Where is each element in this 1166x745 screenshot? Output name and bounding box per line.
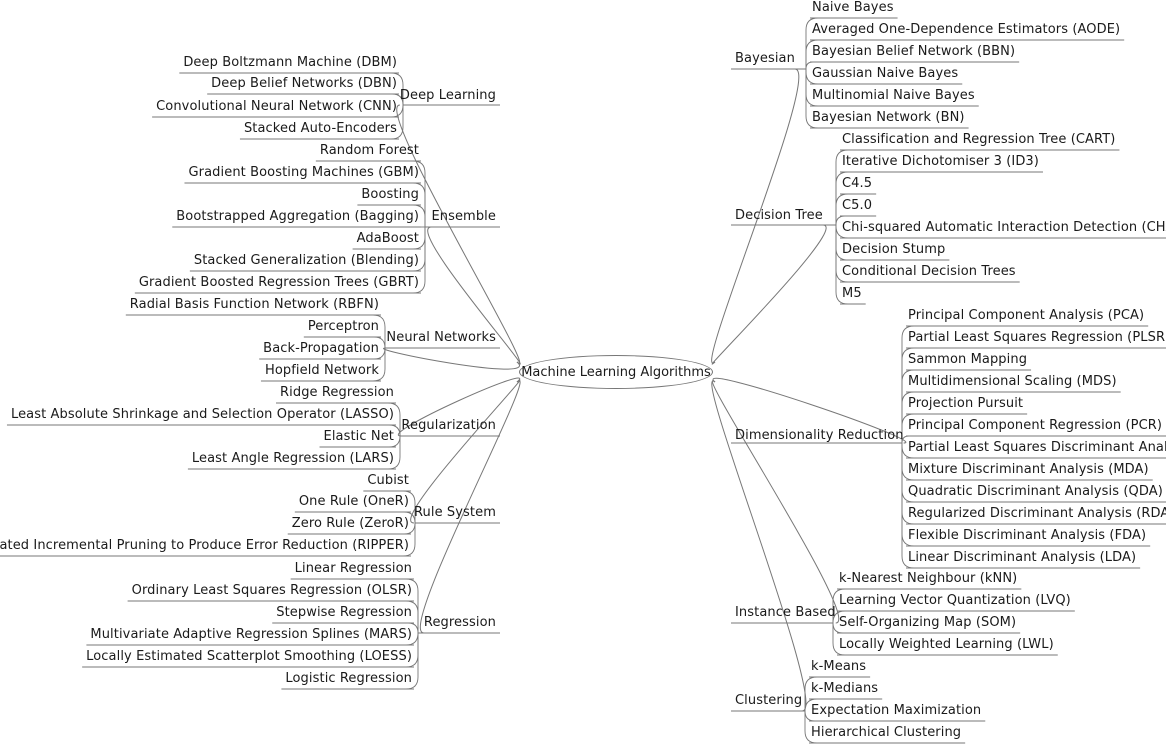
- leaf-label-regularization-2[interactable]: Elastic Net: [324, 429, 394, 444]
- leaf-label-ensemble-3[interactable]: Bootstrapped Aggregation (Bagging): [176, 209, 419, 224]
- leaf-label-decision-tree-4[interactable]: Chi-squared Automatic Interaction Detect…: [842, 220, 1166, 235]
- leaf-label-bayesian-1[interactable]: Averaged One-Dependence Estimators (AODE…: [812, 22, 1120, 37]
- leaf-label-ensemble-1[interactable]: Gradient Boosting Machines (GBM): [188, 165, 419, 180]
- leaf-label-dimensionality-reduction-8[interactable]: Quadratic Discriminant Analysis (QDA): [908, 484, 1163, 499]
- leaf-label-instance-based-3[interactable]: Locally Weighted Learning (LWL): [839, 637, 1054, 652]
- center-node-label: Machine Learning Algorithms: [521, 364, 711, 380]
- leaf-label-bayesian-2[interactable]: Bayesian Belief Network (BBN): [812, 44, 1015, 59]
- leaf-label-dimensionality-reduction-4[interactable]: Projection Pursuit: [908, 396, 1023, 411]
- branch-label-dimensionality-reduction[interactable]: Dimensionality Reduction: [735, 428, 904, 443]
- branch-label-clustering[interactable]: Clustering: [735, 693, 802, 708]
- leaf-label-clustering-2[interactable]: Expectation Maximization: [811, 703, 981, 718]
- leaf-label-regression-1[interactable]: Ordinary Least Squares Regression (OLSR): [132, 583, 412, 598]
- leaf-label-decision-tree-0[interactable]: Classification and Regression Tree (CART…: [842, 132, 1115, 147]
- leaf-label-bayesian-0[interactable]: Naive Bayes: [812, 0, 894, 15]
- leaf-label-dimensionality-reduction-7[interactable]: Mixture Discriminant Analysis (MDA): [908, 462, 1149, 477]
- leaf-label-instance-based-1[interactable]: Learning Vector Quantization (LVQ): [839, 593, 1071, 608]
- connector: [711, 224, 827, 365]
- leaf-label-ensemble-2[interactable]: Boosting: [361, 187, 419, 202]
- leaf-label-bayesian-5[interactable]: Bayesian Network (BN): [812, 110, 965, 125]
- branch-label-bayesian[interactable]: Bayesian: [735, 51, 795, 66]
- branch-label-neural-networks[interactable]: Neural Networks: [386, 330, 496, 345]
- leaf-label-dimensionality-reduction-5[interactable]: Principal Component Regression (PCR): [908, 418, 1162, 433]
- leaf-label-dimensionality-reduction-10[interactable]: Flexible Discriminant Analysis (FDA): [908, 528, 1146, 543]
- leaf-label-deep-learning-2[interactable]: Convolutional Neural Network (CNN): [156, 99, 397, 114]
- leaf-label-regression-5[interactable]: Logistic Regression: [285, 671, 412, 686]
- leaf-label-deep-learning-3[interactable]: Stacked Auto-Encoders: [244, 121, 397, 136]
- leaf-label-decision-tree-6[interactable]: Conditional Decision Trees: [842, 264, 1016, 279]
- leaf-label-decision-tree-2[interactable]: C4.5: [842, 176, 872, 191]
- leaf-label-regression-2[interactable]: Stepwise Regression: [276, 605, 412, 620]
- leaf-label-instance-based-0[interactable]: k-Nearest Neighbour (kNN): [839, 571, 1017, 586]
- leaf-label-ensemble-5[interactable]: Stacked Generalization (Blending): [194, 253, 419, 268]
- connector: [410, 379, 521, 524]
- leaf-label-decision-tree-1[interactable]: Iterative Dichotomiser 3 (ID3): [842, 154, 1039, 169]
- leaf-label-clustering-1[interactable]: k-Medians: [811, 681, 878, 696]
- branch-label-regression[interactable]: Regression: [424, 615, 496, 630]
- leaf-label-dimensionality-reduction-0[interactable]: Principal Component Analysis (PCA): [908, 308, 1144, 323]
- branch-label-ensemble[interactable]: Ensemble: [431, 209, 496, 224]
- leaf-label-decision-tree-5[interactable]: Decision Stump: [842, 242, 945, 257]
- leaf-label-neural-networks-3[interactable]: Hopfield Network: [265, 363, 379, 378]
- leaf-label-deep-learning-0[interactable]: Deep Boltzmann Machine (DBM): [183, 55, 397, 70]
- leaf-label-rule-system-3[interactable]: Repeated Incremental Pruning to Produce …: [0, 538, 409, 553]
- leaf-label-bayesian-4[interactable]: Multinomial Naive Bayes: [812, 88, 975, 103]
- branch-label-regularization[interactable]: Regularization: [401, 418, 496, 433]
- leaf-label-decision-tree-7[interactable]: M5: [842, 286, 862, 301]
- branch-label-instance-based[interactable]: Instance Based: [735, 605, 836, 620]
- center-node[interactable]: Machine Learning Algorithms: [519, 355, 713, 389]
- leaf-label-regularization-0[interactable]: Ridge Regression: [280, 385, 394, 400]
- branch-label-deep-learning[interactable]: Deep Learning: [400, 88, 496, 103]
- leaf-label-decision-tree-3[interactable]: C5.0: [842, 198, 872, 213]
- leaf-label-neural-networks-1[interactable]: Perceptron: [308, 319, 379, 334]
- leaf-label-instance-based-2[interactable]: Self-Organizing Map (SOM): [839, 615, 1016, 630]
- leaf-label-deep-learning-1[interactable]: Deep Belief Networks (DBN): [211, 76, 397, 91]
- leaf-label-regularization-3[interactable]: Least Angle Regression (LARS): [192, 451, 394, 466]
- leaf-label-dimensionality-reduction-3[interactable]: Multidimensional Scaling (MDS): [908, 374, 1117, 389]
- leaf-label-clustering-0[interactable]: k-Means: [811, 659, 866, 674]
- leaf-label-ensemble-6[interactable]: Gradient Boosted Regression Trees (GBRT): [139, 275, 419, 290]
- leaf-label-ensemble-4[interactable]: AdaBoost: [357, 231, 419, 246]
- leaf-label-rule-system-2[interactable]: Zero Rule (ZeroR): [292, 516, 409, 531]
- leaf-label-dimensionality-reduction-11[interactable]: Linear Discriminant Analysis (LDA): [908, 550, 1136, 565]
- connector: [383, 347, 521, 370]
- mindmap-canvas: Machine Learning Algorithms Bayesian Naiv…: [0, 0, 1166, 745]
- leaf-label-regression-4[interactable]: Locally Estimated Scatterplot Smoothing …: [86, 649, 412, 664]
- leaf-label-bayesian-3[interactable]: Gaussian Naive Bayes: [812, 66, 958, 81]
- leaf-label-dimensionality-reduction-2[interactable]: Sammon Mapping: [908, 352, 1027, 367]
- leaf-label-clustering-3[interactable]: Hierarchical Clustering: [811, 725, 961, 740]
- leaf-label-regularization-1[interactable]: Least Absolute Shrinkage and Selection O…: [11, 407, 394, 422]
- leaf-label-regression-0[interactable]: Linear Regression: [295, 561, 412, 576]
- branch-label-decision-tree[interactable]: Decision Tree: [735, 208, 823, 223]
- leaf-label-neural-networks-2[interactable]: Back-Propagation: [263, 341, 379, 356]
- leaf-label-regression-3[interactable]: Multivariate Adaptive Regression Splines…: [90, 627, 412, 642]
- leaf-label-dimensionality-reduction-1[interactable]: Partial Least Squares Regression (PLSR: [908, 330, 1165, 345]
- leaf-label-neural-networks-0[interactable]: Radial Basis Function Network (RBFN): [130, 297, 379, 312]
- leaf-label-dimensionality-reduction-9[interactable]: Regularized Discriminant Analysis (RDA): [908, 506, 1166, 521]
- leaf-label-rule-system-0[interactable]: Cubist: [367, 473, 409, 488]
- leaf-label-dimensionality-reduction-6[interactable]: Partial Least Squares Discriminant Analy…: [908, 440, 1166, 455]
- branch-label-rule-system[interactable]: Rule System: [414, 505, 496, 520]
- leaf-label-rule-system-1[interactable]: One Rule (OneR): [299, 494, 409, 509]
- leaf-label-ensemble-0[interactable]: Random Forest: [320, 143, 419, 158]
